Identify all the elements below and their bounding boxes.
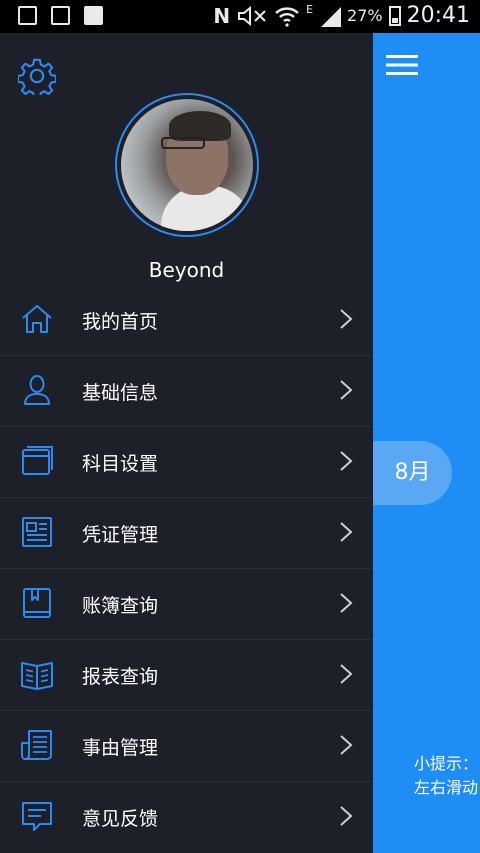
menu-icon[interactable] — [386, 55, 418, 75]
mute-icon — [238, 5, 266, 26]
open-book-icon — [21, 662, 53, 690]
chevron-right-icon — [340, 735, 353, 755]
image-notification-icon — [51, 6, 70, 25]
chevron-right-icon — [340, 380, 353, 400]
menu-item-report-query[interactable]: 报表查询 — [0, 640, 373, 711]
signal-icon — [321, 6, 342, 27]
newspaper-icon — [21, 730, 52, 760]
user-icon — [24, 375, 50, 405]
menu-item-feedback[interactable]: 意见反馈 — [0, 782, 373, 852]
tip-line-2: 左右滑动 — [414, 778, 479, 797]
chevron-right-icon — [340, 522, 353, 542]
menu-item-label: 基础信息 — [82, 382, 159, 404]
document-icon — [22, 517, 52, 547]
notification-icons — [18, 6, 103, 25]
menu-item-ledger-query[interactable]: 账簿查询 — [0, 569, 373, 640]
menu-item-label: 科目设置 — [82, 453, 159, 475]
nfc-icon: N — [213, 3, 231, 28]
no-signal-notification-icon — [84, 6, 103, 25]
battery-icon — [388, 5, 401, 26]
status-indicators: N E 27% 20:41 — [213, 3, 470, 28]
feedback-icon — [22, 802, 52, 831]
chevron-right-icon — [340, 806, 353, 826]
chevron-right-icon — [340, 664, 353, 684]
menu-item-label: 账簿查询 — [82, 595, 159, 617]
menu-item-label: 我的首页 — [82, 311, 159, 333]
menu-item-label: 报表查询 — [82, 666, 159, 688]
wifi-icon — [275, 6, 299, 27]
home-icon — [22, 305, 52, 333]
menu-item-home[interactable]: 我的首页 — [0, 285, 373, 356]
menu-item-basic-info[interactable]: 基础信息 — [0, 356, 373, 427]
download-notification-icon — [18, 6, 37, 25]
drawer-menu: 我的首页 基础信息 科目设置 凭证管理 账簿查询 报表查询 事由管理 意见反馈 — [0, 285, 373, 852]
window-icon — [22, 446, 53, 475]
menu-item-label: 意见反馈 — [82, 808, 159, 830]
status-bar: N E 27% 20:41 — [0, 0, 480, 33]
menu-item-voucher-management[interactable]: 凭证管理 — [0, 498, 373, 569]
avatar[interactable] — [115, 93, 259, 237]
menu-item-subject-settings[interactable]: 科目设置 — [0, 427, 373, 498]
battery-percent: 27% — [347, 6, 383, 25]
chevron-right-icon — [340, 593, 353, 613]
settings-icon[interactable] — [18, 57, 56, 95]
menu-item-label: 事由管理 — [82, 737, 159, 759]
avatar-photo — [121, 99, 253, 231]
menu-item-label: 凭证管理 — [82, 524, 159, 546]
username: Beyond — [148, 258, 225, 282]
navigation-drawer: Beyond 我的首页 基础信息 科目设置 凭证管理 账簿查询 报表查询 事由管… — [0, 33, 373, 853]
network-type: E — [306, 3, 314, 16]
month-selector[interactable]: 8月 — [373, 441, 452, 505]
clock: 20:41 — [406, 3, 470, 28]
book-icon — [23, 588, 51, 618]
tip-line-1: 小提示： — [414, 754, 479, 773]
chevron-right-icon — [340, 451, 353, 471]
chevron-right-icon — [340, 309, 353, 329]
tip-text: 小提示： 左右滑动 — [414, 752, 478, 800]
menu-item-reason-management[interactable]: 事由管理 — [0, 711, 373, 782]
